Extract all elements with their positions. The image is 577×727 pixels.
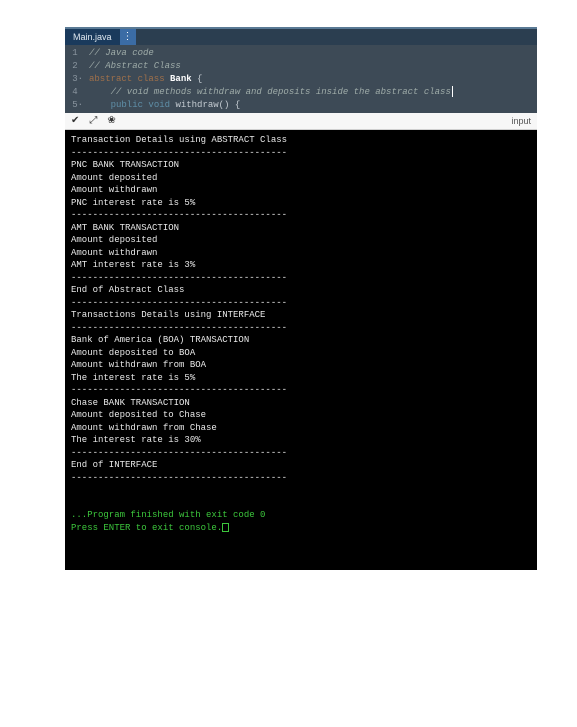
expand-icon[interactable]: ⤢ xyxy=(89,115,97,127)
console-line: ---------------------------------------- xyxy=(71,384,531,397)
input-label: input xyxy=(511,116,531,126)
code-content: // void methods withdraw and deposits in… xyxy=(89,86,453,99)
console-line: Bank of America (BOA) TRANSACTION xyxy=(71,334,531,347)
code-editor[interactable]: 1 // Java code2 // Abstract Class3·abstr… xyxy=(65,45,537,113)
console-output[interactable]: Transaction Details using ABSTRACT Class… xyxy=(65,130,537,570)
console-line: Amount deposited to BOA xyxy=(71,347,531,360)
console-line: PNC BANK TRANSACTION xyxy=(71,159,531,172)
toolbar-left: ✔ ⤢ ❀ xyxy=(71,115,116,127)
console-line: Transaction Details using ABSTRACT Class xyxy=(71,134,531,147)
console-line: The interest rate is 5% xyxy=(71,372,531,385)
line-number: 3· xyxy=(65,73,89,86)
line-number: 2 xyxy=(65,60,89,73)
console-line: ---------------------------------------- xyxy=(71,272,531,285)
console-line: Amount deposited xyxy=(71,234,531,247)
ide-window: Main.java ⋮ 1 // Java code2 // Abstract … xyxy=(65,27,537,570)
console-line: ---------------------------------------- xyxy=(71,447,531,460)
console-line: ---------------------------------------- xyxy=(71,147,531,160)
console-line: Amount withdrawn from BOA xyxy=(71,359,531,372)
console-line: The interest rate is 30% xyxy=(71,434,531,447)
tab-label: Main.java xyxy=(73,32,112,42)
code-content: abstract class Bank { xyxy=(89,73,202,86)
code-content: public void withdraw() { xyxy=(89,99,240,112)
console-line: ---------------------------------------- xyxy=(71,472,531,485)
code-content: // Abstract Class xyxy=(89,60,181,73)
console-line: Amount withdrawn xyxy=(71,247,531,260)
console-line: Amount withdrawn xyxy=(71,184,531,197)
gear-icon[interactable]: ❀ xyxy=(107,115,115,127)
code-line: 3·abstract class Bank { xyxy=(65,73,537,86)
code-content: // Java code xyxy=(89,47,154,60)
console-line: Amount deposited to Chase xyxy=(71,409,531,422)
code-line: 2 // Abstract Class xyxy=(65,60,537,73)
tab-main-java[interactable]: Main.java xyxy=(65,29,120,45)
console-line: End of INTERFACE xyxy=(71,459,531,472)
console-toolbar: ✔ ⤢ ❀ input xyxy=(65,113,537,130)
check-icon[interactable]: ✔ xyxy=(71,115,79,127)
console-line: Amount withdrawn from Chase xyxy=(71,422,531,435)
console-prompt-line: Press ENTER to exit console. xyxy=(71,522,531,535)
line-number: 5· xyxy=(65,99,89,112)
code-line: 5· public void withdraw() { xyxy=(65,99,537,112)
text-cursor xyxy=(452,86,453,97)
tab-bar: Main.java ⋮ xyxy=(65,27,537,45)
console-cursor xyxy=(222,523,229,532)
console-line: PNC interest rate is 5% xyxy=(71,197,531,210)
console-line: Chase BANK TRANSACTION xyxy=(71,397,531,410)
console-exit-line: ...Program finished with exit code 0 xyxy=(71,509,531,522)
console-line xyxy=(71,484,531,497)
console-line: End of Abstract Class xyxy=(71,284,531,297)
line-number: 4 xyxy=(65,86,89,99)
console-line: Transactions Details using INTERFACE xyxy=(71,309,531,322)
console-line: ---------------------------------------- xyxy=(71,209,531,222)
console-line: ---------------------------------------- xyxy=(71,322,531,335)
code-line: 1 // Java code xyxy=(65,47,537,60)
console-line xyxy=(71,497,531,510)
console-line: Amount deposited xyxy=(71,172,531,185)
console-line: AMT BANK TRANSACTION xyxy=(71,222,531,235)
line-number: 1 xyxy=(65,47,89,60)
console-line: ---------------------------------------- xyxy=(71,297,531,310)
kebab-icon: ⋮ xyxy=(123,31,133,43)
tab-menu-button[interactable]: ⋮ xyxy=(120,29,136,45)
code-line: 4 // void methods withdraw and deposits … xyxy=(65,86,537,99)
console-line: AMT interest rate is 3% xyxy=(71,259,531,272)
